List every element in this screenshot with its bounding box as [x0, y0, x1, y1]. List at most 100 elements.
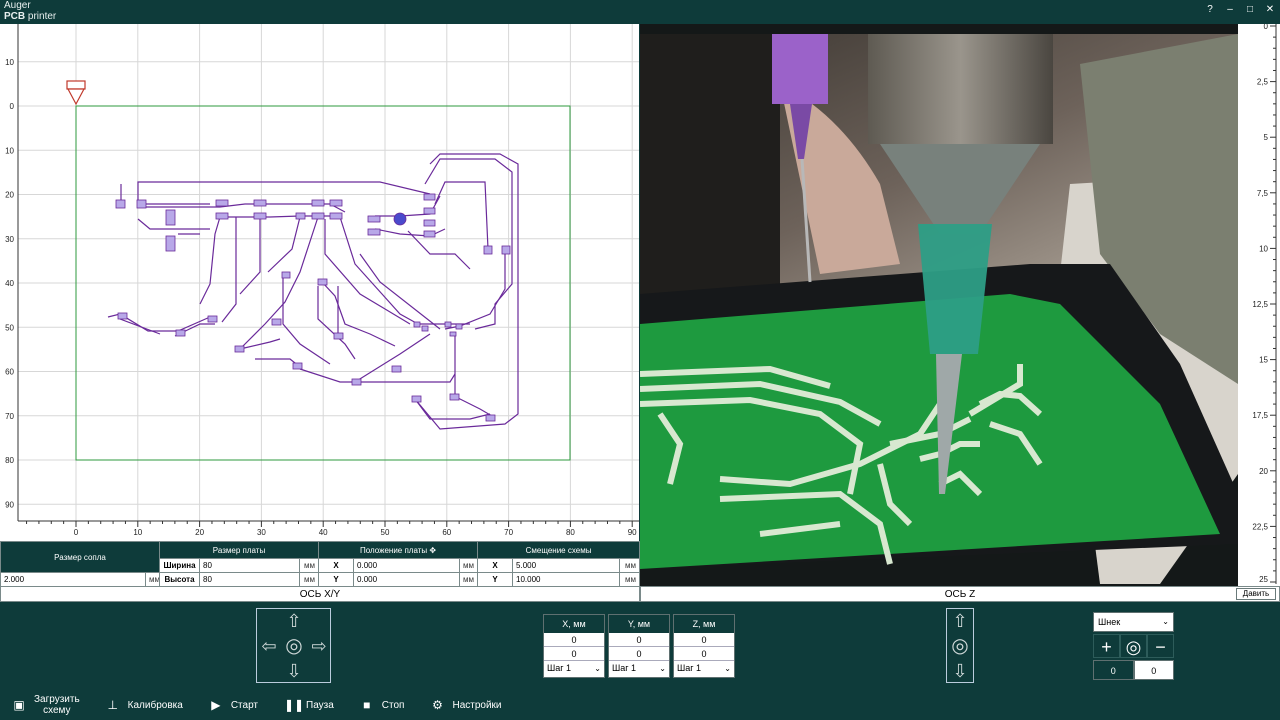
app-name: Auger	[4, 0, 31, 11]
minus-button[interactable]: −	[1147, 634, 1174, 658]
auger-control: Шнек ⌄ + ◎ − 0 0	[1093, 612, 1174, 680]
minimize-button[interactable]: –	[1220, 0, 1240, 20]
x-step-select[interactable]: Шаг 1 ⌄	[544, 661, 604, 676]
pause-button[interactable]: ❚❚ Пауза	[284, 698, 334, 712]
home-z-icon[interactable]: ◎	[950, 636, 970, 656]
z-coord-target[interactable]: 0	[674, 647, 734, 661]
offset-header: Смещение схемы	[477, 541, 641, 559]
pos-y-field[interactable]: 0.000	[353, 572, 461, 587]
x-coord-value: 0	[544, 633, 604, 647]
home-xy-icon[interactable]: ◎	[284, 636, 304, 656]
z-scale: 0 2,5 5 7,5 10 12,5 15 17,5 20 22,5 25	[1238, 22, 1280, 586]
maximize-button[interactable]: □	[1240, 0, 1260, 20]
start-button[interactable]: ▶ Старт	[209, 698, 258, 712]
z-tick-label: 22,5	[1252, 522, 1268, 531]
offset-x-field[interactable]: 5.000	[512, 558, 621, 573]
arrow-left-icon[interactable]: ⇦	[259, 637, 279, 655]
pad	[175, 329, 186, 337]
axis-xy-label: ОСЬ X/Y	[0, 586, 640, 602]
height-field[interactable]: 80	[199, 572, 300, 587]
arrow-right-icon[interactable]: ⇨	[309, 637, 329, 655]
chevron-down-icon: ⌄	[1162, 617, 1169, 626]
z-tick-label: 15	[1259, 356, 1268, 365]
pad	[413, 321, 421, 328]
arrow-up-icon[interactable]: ⇧	[950, 612, 970, 630]
nozzle-size-header: Размер сопла	[0, 541, 160, 573]
width-field[interactable]: 80	[199, 558, 300, 573]
x-tick-label: 90	[628, 528, 637, 537]
trace	[444, 249, 506, 330]
arrow-up-icon[interactable]: ⇧	[284, 612, 304, 630]
pos-x-field[interactable]: 0.000	[353, 558, 461, 573]
y-step-select[interactable]: Шаг 1 ⌄	[609, 661, 669, 676]
y-tick-label: 40	[5, 279, 14, 288]
xy-plot-panel[interactable]: 0 10 20 30 40 50 60 70 80 90 10 0 10 20 30 40 50 60 70 80 9…	[0, 24, 639, 541]
offset-y-field[interactable]: 10.000	[512, 572, 621, 587]
center-icon[interactable]: ✥	[429, 546, 436, 555]
pad	[281, 271, 291, 279]
y-tick-label: 0	[10, 102, 15, 111]
gear-icon: ⚙	[432, 698, 443, 712]
pad	[234, 345, 245, 353]
pad	[253, 199, 267, 207]
stop-label: Стоп	[381, 699, 405, 711]
offset-x-label: X	[477, 558, 514, 573]
auger-value-2[interactable]: 0	[1133, 660, 1174, 680]
pause-label: Пауза	[306, 699, 334, 711]
y-tick-label: 20	[5, 191, 14, 200]
pad	[423, 193, 436, 201]
pad	[333, 332, 344, 340]
auger-select[interactable]: Шнек ⌄	[1093, 612, 1174, 632]
arrow-down-icon[interactable]: ⇩	[284, 662, 304, 680]
title-bar: Auger PCB printer ? – □ ✕	[0, 0, 1280, 24]
z-tick-label: 10	[1259, 244, 1268, 253]
calibrate-button[interactable]: ⊥ Калибровка	[106, 698, 182, 712]
start-label: Старт	[230, 699, 258, 711]
z-step-value: Шаг 1	[677, 663, 702, 673]
y-tick-label: 90	[5, 500, 14, 509]
nozzle-size-field[interactable]: 2.000	[0, 572, 146, 587]
z-step-select[interactable]: Шаг 1 ⌄	[674, 661, 734, 676]
width-label: Ширина	[159, 558, 200, 573]
stop-icon: ■	[363, 698, 371, 712]
stop-button[interactable]: ■ Стоп	[360, 698, 405, 712]
z-tick-label: 20	[1259, 467, 1268, 476]
z-tick-label: 12,5	[1252, 300, 1268, 309]
load-scheme-button[interactable]: ▣ Загрузить схему	[12, 694, 80, 716]
load-scheme-label: Загрузить схему	[34, 694, 80, 716]
settings-button[interactable]: ⚙ Настройки	[430, 698, 501, 712]
auger-value-1: 0	[1093, 660, 1134, 680]
syringe-tip	[772, 34, 828, 104]
arrow-down-icon[interactable]: ⇩	[950, 662, 970, 680]
plus-button[interactable]: +	[1093, 634, 1120, 658]
trace	[407, 230, 471, 270]
auger-home-icon[interactable]: ◎	[1120, 634, 1147, 658]
settings-label: Настройки	[452, 699, 502, 711]
unit-label: мм	[298, 572, 320, 587]
close-button[interactable]: ✕	[1260, 0, 1280, 20]
pcb-traces	[107, 153, 519, 430]
pcb-pads	[115, 193, 511, 422]
auger-select-value: Шнек	[1098, 617, 1121, 627]
help-button[interactable]: ?	[1200, 0, 1220, 20]
pad	[411, 395, 422, 403]
y-coord-target[interactable]: 0	[609, 647, 669, 661]
load-line-2: схему	[43, 705, 71, 716]
x-tick-label: 30	[257, 528, 266, 537]
x-coord-target[interactable]: 0	[544, 647, 604, 661]
trace	[424, 158, 513, 330]
y-tick-label: 10	[5, 58, 14, 67]
pad	[423, 230, 436, 238]
y-tick-label: 70	[5, 412, 14, 421]
y-coord-value: 0	[609, 633, 669, 647]
board-size-header: Размер платы	[158, 541, 320, 559]
press-button[interactable]: Давить	[1236, 588, 1276, 600]
pad	[449, 331, 457, 337]
y-tick-label: 10	[5, 146, 14, 155]
y-tick-label: 30	[5, 235, 14, 244]
y-tick-label: 60	[5, 368, 14, 377]
pad	[165, 209, 176, 226]
y-tick-label: 80	[5, 456, 14, 465]
xy-plot[interactable]: 0 10 20 30 40 50 60 70 80 90 10010203040506070809…	[0, 24, 639, 541]
z-coord-value: 0	[674, 633, 734, 647]
